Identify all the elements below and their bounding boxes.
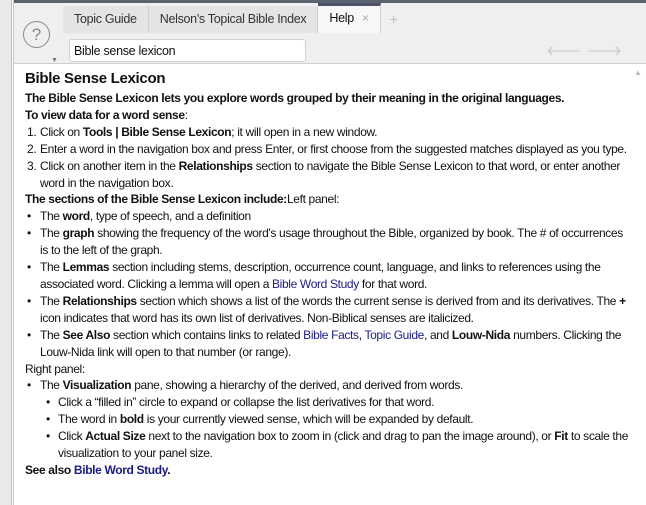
help-link[interactable]: Bible Facts (303, 328, 359, 342)
help-icon[interactable]: ? (23, 21, 50, 48)
text-run: ; it will open in a new window. (231, 124, 378, 139)
list-marker: • (27, 226, 31, 241)
back-arrow-icon[interactable]: 🡐 (546, 43, 587, 58)
text-run: The Bible Sense Lexicon lets you explore… (25, 91, 565, 105)
text-run: Visualization (62, 378, 132, 393)
list-marker: 1. (27, 124, 37, 139)
list-item: 1. Click on Tools | Bible Sense Lexicon; … (25, 124, 630, 141)
text-run: The (40, 327, 63, 342)
text-run: The (40, 260, 63, 275)
tab-nelsons-topical-bible-index[interactable]: Nelson's Topical Bible Index (148, 6, 319, 33)
text-run: bold (119, 412, 144, 427)
help-link[interactable]: Bible Word Study (272, 277, 359, 291)
scroll-up-icon[interactable]: ▲ (634, 68, 642, 77)
list-marker: • (46, 395, 50, 410)
scrollbar[interactable]: ▲ (630, 64, 646, 505)
close-icon[interactable]: × (362, 11, 369, 25)
text-run: Enter a word in the navigation box and p… (40, 141, 627, 156)
text-run: Fit (554, 429, 568, 444)
list-marker: 3. (27, 158, 37, 173)
forward-arrow-icon[interactable]: 🡒 (587, 43, 628, 58)
text-run: word (62, 209, 91, 224)
paragraph: To view data for a word sense: (25, 107, 630, 124)
text-run: The (40, 209, 63, 224)
list-marker: • (27, 293, 31, 308)
help-link[interactable]: Bible Word Study (74, 463, 168, 477)
text-run: is your currently viewed sense, which wi… (143, 412, 474, 427)
help-panel: Topic Guide Nelson's Topical Bible Index… (13, 0, 646, 505)
tab-label: Nelson's Topical Bible Index (159, 12, 307, 26)
text-run: graph (62, 226, 95, 241)
text-run: See also (25, 462, 74, 477)
tab-bar: Topic Guide Nelson's Topical Bible Index… (63, 3, 407, 33)
text-run: showing the frequency of the word's usag… (40, 226, 623, 258)
list-marker: • (27, 327, 31, 342)
text-run: To view data for a word sense (25, 107, 185, 122)
text-run: : (184, 107, 188, 122)
text-run: Click a “filled in” circle to expand or … (58, 395, 435, 410)
list-item: • The graph showing the frequency of the … (25, 225, 630, 259)
text-run: . (167, 462, 171, 477)
text-run: The (40, 293, 63, 308)
text-run: Louw-Nida (451, 327, 511, 342)
list-marker: • (46, 412, 50, 427)
list-marker: 2. (27, 141, 37, 156)
text-run: Actual Size (85, 429, 146, 444)
list-marker: • (27, 378, 31, 393)
text-run: Tools | Bible Sense Lexicon (82, 124, 232, 139)
text-run: Right panel: (25, 361, 85, 376)
list-item: • The Relationships section which shows a… (25, 293, 630, 327)
text-run: pane, showing a hierarchy of the derived… (131, 378, 463, 393)
left-panel-edge (0, 0, 12, 505)
text-run: The (40, 226, 63, 241)
list-item: 3. Click on another item in the Relations… (25, 158, 630, 192)
panel-menu-caret-icon[interactable]: ▼ (51, 57, 58, 64)
list-item: • Click a “filled in” circle to expand or… (25, 394, 630, 411)
tab-topic-guide[interactable]: Topic Guide (63, 6, 149, 33)
text-run: Click (58, 429, 86, 444)
text-run: + (619, 293, 626, 308)
list-item: • The See Also section which contains lin… (25, 327, 630, 361)
text-run: for that word. (358, 276, 428, 291)
help-content: Bible Sense Lexicon The Bible Sense Lexi… (14, 64, 630, 505)
list-item: • The word in bold is your currently view… (25, 411, 630, 428)
list-item: • The Lemmas section including stems, des… (25, 259, 630, 293)
text-run: next to the navigation box to zoom in (c… (145, 429, 555, 444)
page-title: Bible Sense Lexicon (25, 70, 166, 87)
text-run: Left panel: (286, 192, 340, 207)
text-run: , and (423, 327, 452, 342)
text-run: See Also (62, 327, 111, 342)
text-run: icon indicates that word has its own lis… (40, 310, 474, 325)
help-link[interactable]: Topic Guide (364, 328, 424, 342)
list-item: 2. Enter a word in the navigation box and… (25, 141, 630, 158)
list-item: • Click Actual Size next to the navigatio… (25, 428, 630, 462)
tab-label: Topic Guide (74, 12, 137, 26)
panel-header: Topic Guide Nelson's Topical Bible Index… (14, 0, 646, 64)
new-tab-button[interactable]: + (381, 6, 407, 33)
text-run: Lemmas (62, 260, 110, 275)
list-item: • The word, type of speech, and a definit… (25, 208, 630, 225)
text-run: section which shows a list of the words … (136, 293, 620, 308)
text-run: The (40, 378, 63, 393)
navigation-input[interactable] (69, 39, 306, 62)
paragraph: See also Bible Word Study. (25, 462, 630, 479)
text-run: , type of speech, and a definition (89, 209, 251, 224)
paragraph: The sections of the Bible Sense Lexicon … (25, 191, 630, 208)
tab-help[interactable]: Help × (318, 3, 381, 33)
text-run: Click on another item in the (40, 158, 179, 173)
list-item: • The Visualization pane, showing a hiera… (25, 377, 630, 394)
text-run: Click on (40, 124, 83, 139)
paragraph: The Bible Sense Lexicon lets you explore… (25, 90, 630, 107)
text-run: The word in (58, 412, 120, 427)
list-marker: • (27, 209, 31, 224)
list-marker: • (27, 260, 31, 275)
tab-label: Help (329, 11, 354, 25)
list-marker: • (46, 429, 50, 444)
paragraph: Right panel: (25, 361, 630, 378)
text-run: Relationships (178, 158, 253, 173)
text-run: Relationships (62, 293, 137, 308)
text-run: section which contains links to related (110, 327, 304, 342)
text-run: The sections of the Bible Sense Lexicon … (25, 192, 287, 207)
